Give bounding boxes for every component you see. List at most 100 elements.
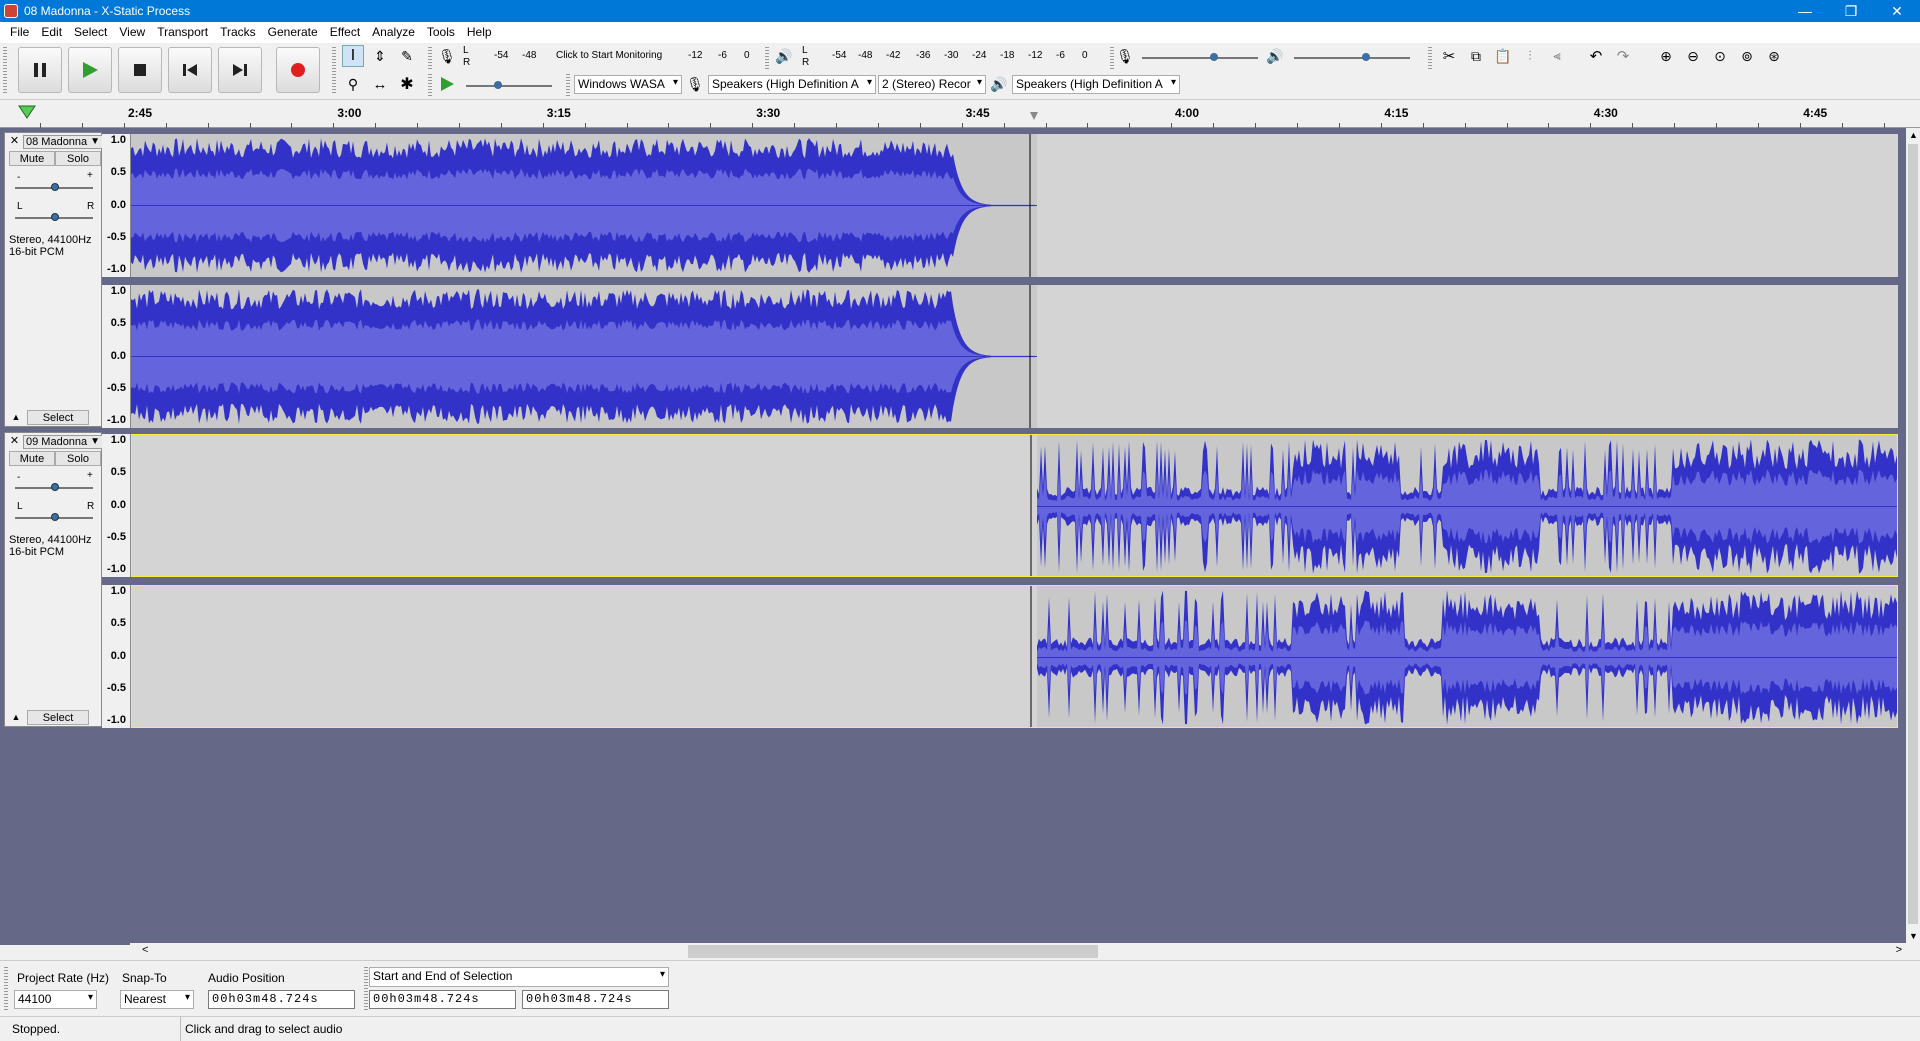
menu-effect[interactable]: Effect bbox=[324, 22, 366, 43]
toolbar-grip[interactable] bbox=[1428, 47, 1432, 69]
toolbar-grip[interactable] bbox=[4, 967, 8, 1011]
undo-button[interactable]: ↶ bbox=[1585, 45, 1607, 67]
select-track-button[interactable]: Select bbox=[27, 710, 89, 725]
maximize-button[interactable]: ❐ bbox=[1828, 0, 1874, 22]
menu-select[interactable]: Select bbox=[68, 22, 113, 43]
scroll-up-icon[interactable]: ▲ bbox=[1909, 130, 1918, 140]
close-track-button[interactable]: ✕ bbox=[8, 135, 21, 149]
play-button[interactable] bbox=[68, 47, 112, 93]
menu-view[interactable]: View bbox=[113, 22, 151, 43]
collapse-track-button[interactable]: ▲ bbox=[9, 410, 23, 424]
menu-edit[interactable]: Edit bbox=[35, 22, 68, 43]
toolbar-grip[interactable] bbox=[332, 47, 336, 95]
scroll-left-icon[interactable]: < bbox=[142, 944, 148, 956]
toolbar-grip[interactable] bbox=[428, 74, 432, 96]
record-meter[interactable]: -54 -48 Click to Start Monitoring -12 -6… bbox=[472, 47, 754, 65]
zoom-toggle-button[interactable]: ⊛ bbox=[1763, 45, 1785, 67]
pause-button[interactable] bbox=[18, 47, 62, 93]
pan-slider-knob[interactable] bbox=[51, 513, 59, 521]
zoom-out-button[interactable]: ⊖ bbox=[1682, 45, 1704, 67]
menu-generate[interactable]: Generate bbox=[262, 22, 324, 43]
zoom-in-button[interactable]: ⊕ bbox=[1655, 45, 1677, 67]
menu-tools[interactable]: Tools bbox=[421, 22, 461, 43]
recording-channels-select[interactable]: 2 (Stereo) Recor ▾ bbox=[878, 75, 986, 94]
mute-button[interactable]: Mute bbox=[9, 451, 55, 466]
status-hint: Click and drag to select audio bbox=[185, 1022, 343, 1036]
paste-button[interactable]: 📋 bbox=[1492, 45, 1514, 67]
play-meter[interactable]: -54 -48 -42 -36 -30 -24 -18 -12 -6 0 bbox=[812, 47, 1096, 65]
project-rate-select[interactable]: 44100 ▾ bbox=[14, 990, 97, 1009]
menu-file[interactable]: File bbox=[4, 22, 35, 43]
menu-help[interactable]: Help bbox=[461, 22, 498, 43]
slider-knob[interactable] bbox=[494, 81, 502, 89]
click-to-start-monitoring[interactable]: Click to Start Monitoring bbox=[556, 50, 662, 61]
playback-device-select[interactable]: Speakers (High Definition A ▾ bbox=[1012, 75, 1180, 94]
stop-button[interactable] bbox=[118, 47, 162, 93]
toolbar-grip[interactable] bbox=[765, 47, 769, 69]
playback-volume-slider[interactable] bbox=[1294, 51, 1410, 63]
pan-slider-knob[interactable] bbox=[51, 213, 59, 221]
selection-tool[interactable]: I bbox=[342, 45, 364, 67]
envelope-tool[interactable]: ⇕ bbox=[369, 45, 391, 67]
solo-button[interactable]: Solo bbox=[55, 151, 101, 166]
fit-project-button[interactable]: ⊚ bbox=[1736, 45, 1758, 67]
slider-knob[interactable] bbox=[1210, 53, 1218, 61]
minimize-button[interactable]: — bbox=[1782, 0, 1828, 22]
trim-button[interactable]: ⫶ bbox=[1519, 45, 1541, 67]
waveform-channel[interactable] bbox=[131, 434, 1898, 577]
audio-position-time[interactable]: 00h03m48.724s bbox=[208, 990, 355, 1009]
horizontal-scrollbar[interactable]: < > bbox=[130, 943, 1906, 960]
toolbar-grip[interactable] bbox=[428, 47, 432, 69]
collapse-track-button[interactable]: ▲ bbox=[9, 710, 23, 724]
select-track-button[interactable]: Select bbox=[27, 410, 89, 425]
scroll-down-icon[interactable]: ▼ bbox=[1909, 931, 1918, 941]
audio-host-select[interactable]: Windows WASA ▾ bbox=[574, 75, 682, 94]
recording-device-select[interactable]: Speakers (High Definition A ▾ bbox=[708, 75, 876, 94]
menu-tracks[interactable]: Tracks bbox=[214, 22, 262, 43]
gain-slider-knob[interactable] bbox=[51, 183, 59, 191]
track-name-menu[interactable]: 09 Madonna ▼ bbox=[23, 435, 103, 449]
waveform-channel[interactable] bbox=[131, 134, 1898, 277]
menu-transport[interactable]: Transport bbox=[151, 22, 214, 43]
zoom-tool[interactable]: ⚲ bbox=[342, 73, 364, 95]
copy-button[interactable]: ⧉ bbox=[1465, 45, 1487, 67]
record-volume-slider[interactable] bbox=[1142, 51, 1258, 63]
play-at-speed-button[interactable] bbox=[436, 73, 458, 95]
gain-slider-knob[interactable] bbox=[51, 483, 59, 491]
toolbar-grip[interactable] bbox=[364, 967, 368, 1011]
track-name-menu[interactable]: 08 Madonna ▼ bbox=[23, 135, 103, 149]
record-button[interactable] bbox=[276, 47, 320, 93]
record-meter-button[interactable]: 🎙 bbox=[436, 45, 458, 67]
play-meter-button[interactable]: 🔊 bbox=[773, 45, 795, 67]
mute-button[interactable]: Mute bbox=[9, 151, 55, 166]
close-window-button[interactable]: ✕ bbox=[1874, 0, 1920, 22]
redo-button[interactable]: ↷ bbox=[1612, 45, 1634, 67]
skip-to-end-button[interactable] bbox=[218, 47, 262, 93]
vertical-scroll-thumb[interactable] bbox=[1908, 144, 1918, 924]
cut-button[interactable]: ✂ bbox=[1438, 45, 1460, 67]
vertical-scrollbar[interactable]: ▲ ▼ bbox=[1906, 128, 1920, 943]
silence-button[interactable]: ⫷ bbox=[1546, 45, 1568, 67]
waveform-channel[interactable] bbox=[131, 285, 1898, 428]
multi-tool[interactable]: ✱ bbox=[396, 73, 418, 95]
toolbar-grip[interactable] bbox=[566, 74, 570, 96]
slider-knob[interactable] bbox=[1362, 53, 1370, 61]
gain-minus-label: - bbox=[17, 472, 21, 483]
timeline-options-button[interactable] bbox=[18, 104, 36, 123]
horizontal-scroll-thumb[interactable] bbox=[688, 945, 1098, 958]
scroll-right-icon[interactable]: > bbox=[1896, 944, 1902, 956]
solo-button[interactable]: Solo bbox=[55, 451, 101, 466]
selection-start-time[interactable]: 00h03m48.724s bbox=[369, 990, 516, 1009]
skip-to-start-button[interactable] bbox=[168, 47, 212, 93]
play-speed-slider[interactable] bbox=[466, 79, 552, 91]
toolbar-grip[interactable] bbox=[3, 47, 7, 95]
selection-end-time[interactable]: 00h03m48.724s bbox=[522, 990, 669, 1009]
waveform-channel[interactable] bbox=[131, 585, 1898, 728]
draw-tool[interactable]: ✎ bbox=[396, 45, 418, 67]
fit-selection-button[interactable]: ⊙ bbox=[1709, 45, 1731, 67]
menu-analyze[interactable]: Analyze bbox=[366, 22, 421, 43]
snap-to-select[interactable]: Nearest ▾ bbox=[120, 990, 194, 1009]
selection-mode-select[interactable]: Start and End of Selection ▾ bbox=[369, 967, 669, 987]
close-track-button[interactable]: ✕ bbox=[8, 435, 21, 449]
time-shift-tool[interactable]: ↔ bbox=[369, 73, 391, 95]
